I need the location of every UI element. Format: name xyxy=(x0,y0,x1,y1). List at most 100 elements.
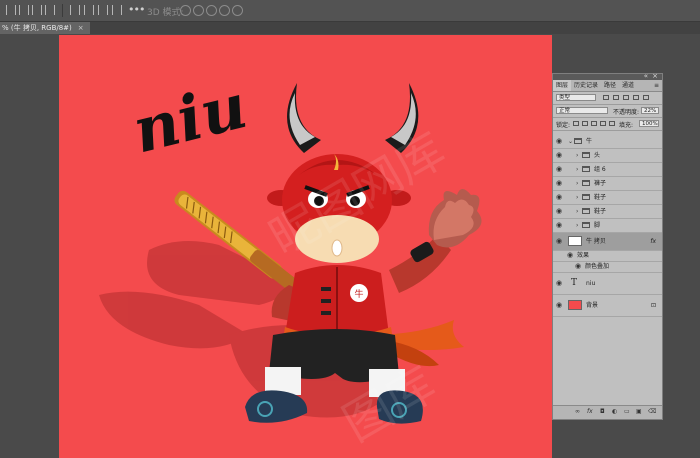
lock-paint-icon[interactable] xyxy=(582,121,588,126)
document-tab[interactable]: % (牛 拷贝, RGB/8#) × xyxy=(0,22,90,34)
align-bottom-icon[interactable] xyxy=(45,5,55,15)
layer-row[interactable]: ◉ › 鞋子 xyxy=(553,205,662,219)
collapse-icon[interactable]: « xyxy=(644,72,648,80)
eye-icon[interactable]: ◉ xyxy=(556,137,564,146)
layer-row[interactable]: ◉ › 头 xyxy=(553,149,662,163)
chevron-right-icon[interactable]: › xyxy=(576,219,578,232)
options-bar: ••• 3D 模式: xyxy=(0,0,700,22)
eye-icon[interactable]: ◉ xyxy=(556,165,564,174)
folder-icon[interactable]: ▭ xyxy=(624,408,630,415)
layer-row[interactable]: ◉ › 组 6 xyxy=(553,163,662,177)
chevron-right-icon[interactable]: › xyxy=(576,149,578,162)
blend-row: 正常 不透明度: 22% xyxy=(553,105,662,118)
eye-icon[interactable]: ◉ xyxy=(556,221,564,230)
filter-text-icon[interactable] xyxy=(623,95,629,100)
3d-pan-icon[interactable] xyxy=(206,5,217,16)
panel-footer: ∞ fx ◘ ◐ ▭ ▣ ⌫ xyxy=(553,405,662,419)
chevron-right-icon[interactable]: › xyxy=(576,191,578,204)
folder-icon xyxy=(582,208,590,214)
adjustment-icon[interactable]: ◐ xyxy=(612,408,617,415)
eye-icon[interactable]: ◉ xyxy=(556,279,564,288)
distribute-horizontal-icon[interactable] xyxy=(112,5,122,15)
smart-object-thumbnail xyxy=(568,236,582,246)
eye-icon[interactable]: ◉ xyxy=(556,237,564,246)
chevron-right-icon[interactable]: › xyxy=(576,205,578,218)
fill-input[interactable]: 100% xyxy=(639,120,659,127)
eye-icon[interactable]: ◉ xyxy=(556,179,564,188)
lock-label: 锁定: xyxy=(556,122,571,129)
filter-pixel-icon[interactable] xyxy=(603,95,609,100)
close-icon[interactable]: × xyxy=(652,72,658,80)
align-right-icon[interactable] xyxy=(32,5,42,15)
align-center-icon[interactable] xyxy=(19,5,29,15)
chevron-right-icon[interactable]: › xyxy=(576,163,578,176)
filter-select[interactable]: 类型 xyxy=(556,94,596,101)
distribute-icon[interactable] xyxy=(98,5,108,15)
layer-row[interactable]: ◉ › 鞋子 xyxy=(553,191,662,205)
layer-row[interactable]: ◉ 背景 ⊡ xyxy=(553,295,662,317)
3d-roll-icon[interactable] xyxy=(193,5,204,16)
panel-menu-icon[interactable]: ≡ xyxy=(651,80,662,91)
artboard[interactable]: 昵图网库 图库 牛 niu xyxy=(59,35,552,458)
new-layer-icon[interactable]: ▣ xyxy=(636,408,642,415)
eye-icon[interactable]: ◉ xyxy=(556,193,564,202)
layer-name: 头 xyxy=(594,152,601,159)
eye-icon[interactable]: ◉ xyxy=(556,151,564,160)
lock-all-icon[interactable] xyxy=(609,121,615,126)
layer-row[interactable]: ◉ › 褲子 xyxy=(553,177,662,191)
folder-icon xyxy=(582,194,590,200)
eye-icon[interactable]: ◉ xyxy=(567,251,575,260)
eye-icon[interactable]: ◉ xyxy=(575,262,583,271)
lock-pixels-icon[interactable] xyxy=(573,121,579,126)
separator xyxy=(62,4,63,17)
eye-icon[interactable]: ◉ xyxy=(556,301,564,310)
effect-item-row[interactable]: ◉ 颜色叠加 xyxy=(553,262,662,273)
folder-icon xyxy=(582,222,590,228)
panel-titlebar: « × xyxy=(553,72,662,80)
trash-icon[interactable]: ⌫ xyxy=(648,408,656,415)
fx-icon[interactable]: fx xyxy=(587,408,593,415)
mask-icon[interactable]: ◘ xyxy=(600,408,605,415)
align-top-icon[interactable] xyxy=(70,5,80,15)
lock-artboard-icon[interactable] xyxy=(600,121,606,126)
tab-layers[interactable]: 图层 xyxy=(553,80,572,91)
background-thumbnail xyxy=(568,300,582,310)
chevron-right-icon[interactable]: › xyxy=(576,177,578,190)
lock-move-icon[interactable] xyxy=(591,121,597,126)
fx-icon[interactable]: fx xyxy=(650,233,656,250)
layer-row[interactable]: ◉ › 脚 xyxy=(553,219,662,233)
chevron-down-icon[interactable]: ⌄ xyxy=(568,135,573,148)
tab-channels[interactable]: 通道 xyxy=(619,80,637,91)
layer-row-selected[interactable]: ◉ 牛 拷贝 fx xyxy=(553,233,662,251)
filter-shape-icon[interactable] xyxy=(633,95,639,100)
layer-row[interactable]: ◉ T niu xyxy=(553,273,662,295)
effect-item-name: 颜色叠加 xyxy=(585,263,610,270)
headline-text: niu xyxy=(126,69,254,167)
3d-slide-icon[interactable] xyxy=(219,5,230,16)
filter-adjust-icon[interactable] xyxy=(613,95,619,100)
effects-row[interactable]: ◉ 效果 xyxy=(553,251,662,262)
align-left-icon[interactable] xyxy=(6,5,16,15)
3d-rotate-icon[interactable] xyxy=(180,5,191,16)
link-icon[interactable]: ∞ xyxy=(575,408,580,415)
tab-paths[interactable]: 路径 xyxy=(601,80,619,91)
eye-icon[interactable]: ◉ xyxy=(556,207,564,216)
opacity-input[interactable]: 22% xyxy=(641,107,659,114)
panel-tabs: 图层 历史记录 路径 通道 ≡ xyxy=(553,80,662,92)
blend-mode-label: 正常 xyxy=(559,108,571,114)
folder-icon xyxy=(582,166,590,172)
layer-name: 背景 xyxy=(586,302,599,309)
close-icon[interactable]: × xyxy=(78,24,84,32)
align-middle-icon[interactable] xyxy=(84,5,94,15)
opacity-label: 不透明度: xyxy=(613,109,640,116)
lock-row: 锁定: 填充: 100% xyxy=(553,118,662,131)
filter-row: 类型 xyxy=(553,92,662,105)
blend-mode-select[interactable]: 正常 xyxy=(556,107,608,114)
3d-scale-icon[interactable] xyxy=(232,5,243,16)
layer-row[interactable]: ◉ ⌄ 牛 xyxy=(553,135,662,149)
more-icon[interactable]: ••• xyxy=(128,3,145,16)
document-tab-title: % (牛 拷贝, RGB/8#) xyxy=(2,24,72,32)
layer-name: 脚 xyxy=(594,222,601,229)
filter-smart-icon[interactable] xyxy=(643,95,649,100)
tab-history[interactable]: 历史记录 xyxy=(571,80,601,91)
